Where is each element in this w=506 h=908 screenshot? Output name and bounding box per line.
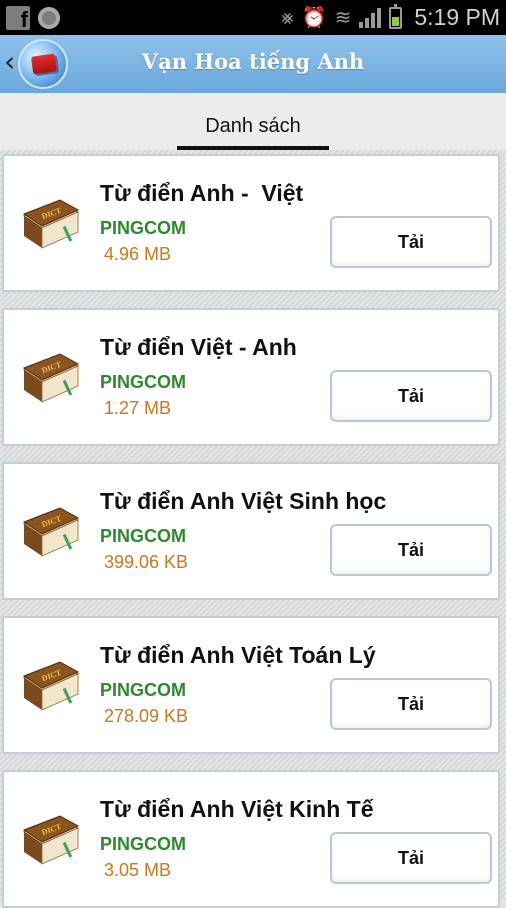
download-button[interactable]: Tải: [330, 216, 492, 268]
status-time: 5:19 PM: [414, 4, 500, 30]
item-size: 1.27 MB: [104, 398, 172, 418]
alarm-icon: ⏰: [301, 5, 327, 29]
download-button[interactable]: Tải: [330, 524, 492, 576]
dictionary-book-icon: DICT: [20, 350, 80, 406]
item-size: 4.96 MB: [104, 244, 172, 264]
mute-icon: ⨳: [281, 5, 294, 29]
item-size: 399.06 KB: [104, 552, 189, 572]
item-size: 3.05 MB: [104, 860, 172, 880]
dictionary-book-icon: DICT: [20, 504, 80, 560]
tab-danh-sach[interactable]: Danh sách: [177, 93, 329, 150]
circle-icon: [38, 6, 60, 29]
list-item[interactable]: DICT Từ điển Anh - Việt PINGCOM 4.96 MB Tải: [2, 154, 500, 292]
download-button[interactable]: Tải: [330, 832, 492, 884]
item-publisher: PINGCOM: [100, 526, 187, 546]
download-button[interactable]: Tải: [330, 370, 492, 422]
dictionary-book-icon: DICT: [20, 812, 80, 868]
list-item[interactable]: DICT Từ điển Anh Việt Toán Lý PINGCOM 278.0…: [2, 616, 500, 754]
item-title: Từ điển Anh Việt Toán Lý: [100, 642, 376, 668]
dictionary-book-icon: DICT: [20, 196, 80, 252]
item-publisher: PINGCOM: [100, 834, 187, 854]
item-publisher: PINGCOM: [100, 680, 187, 700]
list-item[interactable]: DICT Từ điển Anh Việt Kinh Tế PINGCOM 3.05 …: [2, 770, 500, 908]
facebook-icon: f: [6, 5, 30, 30]
signal-icon: [359, 7, 382, 28]
item-title: Từ điển Anh Việt Kinh Tế: [100, 796, 374, 822]
tab-bar: Danh sách: [0, 93, 506, 150]
list-item[interactable]: DICT Từ điển Anh Việt Sinh học PINGCOM 399.…: [2, 462, 500, 600]
battery-icon: [389, 3, 403, 29]
download-button[interactable]: Tải: [330, 678, 492, 730]
item-publisher: PINGCOM: [100, 218, 187, 238]
app-header: ‹ Vạn Hoa tiếng Anh: [0, 35, 506, 93]
item-publisher: PINGCOM: [100, 372, 187, 392]
item-title: Từ điển Anh - Việt: [100, 180, 304, 206]
item-list: DICT Từ điển Anh - Việt PINGCOM 4.96 MB Tải D…: [0, 150, 506, 908]
dictionary-book-icon: DICT: [20, 658, 80, 714]
page-title: Vạn Hoa tiếng Anh: [141, 49, 365, 74]
item-size: 278.09 KB: [104, 706, 189, 726]
item-title: Từ điển Anh Việt Sinh học: [100, 488, 387, 514]
item-title: Từ điển Việt - Anh: [100, 334, 297, 360]
list-item[interactable]: DICT Từ điển Việt - Anh PINGCOM 1.27 MB Tải: [2, 308, 500, 446]
status-bar: f ⨳ ⏰ ≋ 5:19 PM: [0, 0, 506, 35]
wifi-icon: ≋: [334, 5, 352, 29]
